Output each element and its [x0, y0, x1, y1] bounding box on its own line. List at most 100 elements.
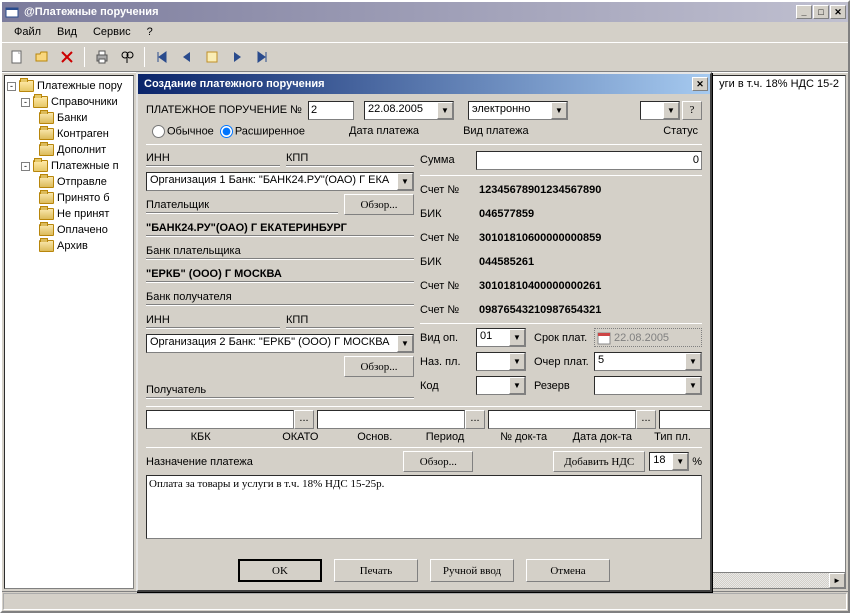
payment-date-picker[interactable]: 22.08.2005▼	[364, 101, 454, 120]
add-vat-button[interactable]: Добавить НДС	[553, 451, 645, 472]
tree-directories[interactable]: Справочники	[51, 96, 118, 108]
browse-recipient-button[interactable]: Обзор...	[344, 356, 414, 377]
folder-icon	[39, 144, 54, 156]
payer-label: Плательщик	[146, 199, 209, 211]
left-column: ИНН КПП Организация 1 Банк: "БАНК24.РУ"(…	[146, 148, 414, 403]
tree-toggle[interactable]: -	[21, 162, 30, 171]
period-input[interactable]	[659, 410, 710, 429]
tool-next[interactable]	[226, 46, 248, 68]
rezerv-select[interactable]: ▼	[594, 376, 702, 395]
tree-rejected[interactable]: Не принят	[57, 208, 109, 220]
window-controls: _ □ ✕	[796, 5, 846, 19]
vat-pct-select[interactable]: 18▼	[649, 452, 689, 471]
ok-button[interactable]: OK	[238, 559, 322, 582]
chevron-down-icon[interactable]: ▼	[397, 173, 413, 190]
chevron-down-icon[interactable]: ▼	[672, 453, 688, 470]
chevron-down-icon[interactable]: ▼	[437, 102, 453, 119]
menu-service[interactable]: Сервис	[85, 24, 139, 40]
close-button[interactable]: ✕	[830, 5, 846, 19]
tool-first[interactable]	[151, 46, 173, 68]
okato-label: ОКАТО	[258, 431, 342, 443]
chevron-down-icon[interactable]: ▼	[685, 377, 701, 394]
tool-last[interactable]	[251, 46, 273, 68]
tree-accepted[interactable]: Принято б	[57, 192, 110, 204]
tree-payments[interactable]: Платежные п	[51, 160, 119, 172]
acctb2-value: 30101810400000000261	[476, 280, 702, 292]
purpose-textarea[interactable]	[146, 475, 702, 539]
acctb1-value: 30101810600000000859	[476, 232, 702, 244]
date-label: Дата платежа	[349, 125, 419, 137]
folder-icon	[39, 208, 54, 220]
pct-label: %	[692, 456, 702, 468]
maximize-button[interactable]: □	[813, 5, 829, 19]
osnov-label: Основ.	[345, 431, 404, 443]
mode-normal-radio[interactable]: Обычное	[146, 125, 214, 138]
srok-date[interactable]: 22.08.2005	[594, 328, 702, 347]
inn-label: ИНН	[146, 152, 170, 164]
kod-select[interactable]: ▼	[476, 376, 526, 395]
browse-purpose-button[interactable]: Обзор...	[403, 451, 473, 472]
okato-input[interactable]	[317, 410, 465, 429]
tool-open[interactable]	[31, 46, 53, 68]
tree-archive[interactable]: Архив	[57, 240, 88, 252]
sum-input[interactable]	[476, 151, 702, 170]
osnov-browse[interactable]: ...	[636, 410, 656, 429]
inn2-label: ИНН	[146, 314, 170, 326]
kod-label: Код	[420, 380, 476, 392]
menu-help[interactable]: ?	[139, 24, 161, 40]
browse-payer-button[interactable]: Обзор...	[344, 194, 414, 215]
ocher-select[interactable]: 5▼	[594, 352, 702, 371]
chevron-down-icon[interactable]: ▼	[509, 329, 525, 346]
payment-kind-select[interactable]: электронно▼	[468, 101, 568, 120]
status-select[interactable]: ▼	[640, 101, 680, 120]
tree-view[interactable]: -Платежные пору -Справочники Банки Контр…	[4, 75, 134, 589]
cancel-button[interactable]: Отмена	[526, 559, 610, 582]
payment-kind-label: Вид платежа	[463, 125, 529, 137]
tool-delete[interactable]	[56, 46, 78, 68]
manual-button[interactable]: Ручной ввод	[430, 559, 514, 582]
tool-print[interactable]	[91, 46, 113, 68]
tree-banks[interactable]: Банки	[57, 112, 87, 124]
payment-number-input[interactable]	[308, 101, 354, 120]
naz-pl-select[interactable]: ▼	[476, 352, 526, 371]
tree-root[interactable]: Платежные пору	[37, 80, 122, 92]
sum-label: Сумма	[420, 154, 476, 166]
minimize-button[interactable]: _	[796, 5, 812, 19]
mode-extended-radio[interactable]: Расширенное	[214, 125, 305, 138]
bik2-value: 044585261	[476, 256, 702, 268]
tree-counterparties[interactable]: Контраген	[57, 128, 109, 140]
print-button[interactable]: Печать	[334, 559, 418, 582]
tool-find[interactable]	[116, 46, 138, 68]
dialog-close-button[interactable]: ✕	[692, 77, 708, 91]
menu-view[interactable]: Вид	[49, 24, 85, 40]
chevron-down-icon[interactable]: ▼	[509, 353, 525, 370]
chevron-down-icon[interactable]: ▼	[663, 102, 679, 119]
tree-additional[interactable]: Дополнит	[57, 144, 106, 156]
help-button[interactable]: ?	[682, 101, 702, 120]
okato-browse[interactable]: ...	[465, 410, 485, 429]
org1-select[interactable]: Организация 1 Банк: "БАНК24.РУ"(ОАО) Г Е…	[146, 172, 414, 191]
org2-select[interactable]: Организация 2 Банк: "ЕРКБ" (ООО) Г МОСКВ…	[146, 334, 414, 353]
scroll-right[interactable]: ►	[829, 573, 845, 588]
tool-prev[interactable]	[176, 46, 198, 68]
tool-new[interactable]	[6, 46, 28, 68]
vid-op-select[interactable]: 01▼	[476, 328, 526, 347]
tree-toggle[interactable]: -	[7, 82, 16, 91]
folder-icon	[39, 128, 54, 140]
menu-file[interactable]: Файл	[6, 24, 49, 40]
tree-sent[interactable]: Отправле	[57, 176, 107, 188]
chevron-down-icon[interactable]: ▼	[685, 353, 701, 370]
kbk-input[interactable]	[146, 410, 294, 429]
folder-icon	[19, 80, 34, 92]
app-icon	[4, 4, 20, 20]
tree-toggle[interactable]: -	[21, 98, 30, 107]
chevron-down-icon[interactable]: ▼	[397, 335, 413, 352]
chevron-down-icon[interactable]: ▼	[551, 102, 567, 119]
tool-edit[interactable]	[201, 46, 223, 68]
srok-label: Срок плат.	[534, 332, 594, 344]
acctb2-label: Счет №	[420, 280, 476, 292]
osnov-input[interactable]	[488, 410, 636, 429]
tree-paid[interactable]: Оплачено	[57, 224, 108, 236]
chevron-down-icon[interactable]: ▼	[509, 377, 525, 394]
kbk-browse[interactable]: ...	[294, 410, 314, 429]
